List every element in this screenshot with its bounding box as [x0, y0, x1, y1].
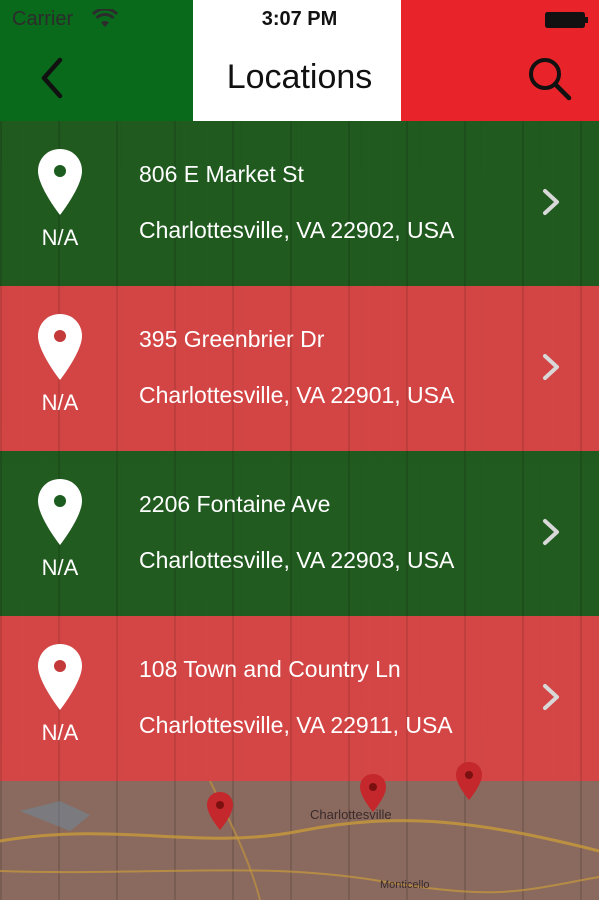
- distance-label: N/A: [41, 225, 79, 250]
- map-roads: [0, 781, 599, 900]
- map-pin-icon: [38, 149, 82, 215]
- city-address: Charlottesville, VA 22911, USA: [139, 712, 453, 738]
- search-icon[interactable]: [525, 54, 573, 102]
- map-pin-icon: [38, 479, 82, 545]
- location-row[interactable]: N/A 806 E Market St Charlottesville, VA …: [0, 121, 599, 286]
- map-pin-icon: [38, 644, 82, 710]
- map-pin-icon: [38, 314, 82, 380]
- map-city-label: Charlottesville: [310, 807, 392, 822]
- map-pin-icon: [207, 792, 233, 830]
- map-pin-icon: [456, 762, 482, 800]
- chevron-right-icon: [543, 519, 559, 545]
- street-address: 806 E Market St: [139, 161, 304, 187]
- navigation-bar: Locations: [0, 40, 599, 121]
- map-preview[interactable]: Charlottesville Monticello: [0, 762, 599, 900]
- street-address: 2206 Fontaine Ave: [139, 491, 331, 517]
- distance-label: N/A: [41, 390, 79, 415]
- chevron-right-icon: [543, 684, 559, 710]
- chevron-right-icon: [543, 354, 559, 380]
- street-address: 395 Greenbrier Dr: [139, 326, 325, 352]
- clock: 3:07 PM: [261, 8, 338, 30]
- location-row[interactable]: N/A 2206 Fontaine Ave Charlottesville, V…: [0, 451, 599, 616]
- chevron-right-icon: [543, 189, 559, 215]
- distance-label: N/A: [41, 720, 79, 745]
- city-address: Charlottesville, VA 22901, USA: [139, 382, 455, 408]
- location-row[interactable]: N/A 395 Greenbrier Dr Charlottesville, V…: [0, 286, 599, 451]
- city-address: Charlottesville, VA 22903, USA: [139, 547, 455, 573]
- city-address: Charlottesville, VA 22902, USA: [139, 217, 455, 243]
- location-row[interactable]: N/A 108 Town and Country Ln Charlottesvi…: [0, 616, 599, 781]
- battery-icon: [545, 12, 588, 28]
- street-address: 108 Town and Country Ln: [139, 656, 401, 682]
- page-title: Locations: [226, 58, 373, 96]
- status-bar: Carrier 3:07 PM: [0, 0, 599, 40]
- distance-label: N/A: [41, 555, 79, 580]
- map-place-label: Monticello: [380, 879, 430, 891]
